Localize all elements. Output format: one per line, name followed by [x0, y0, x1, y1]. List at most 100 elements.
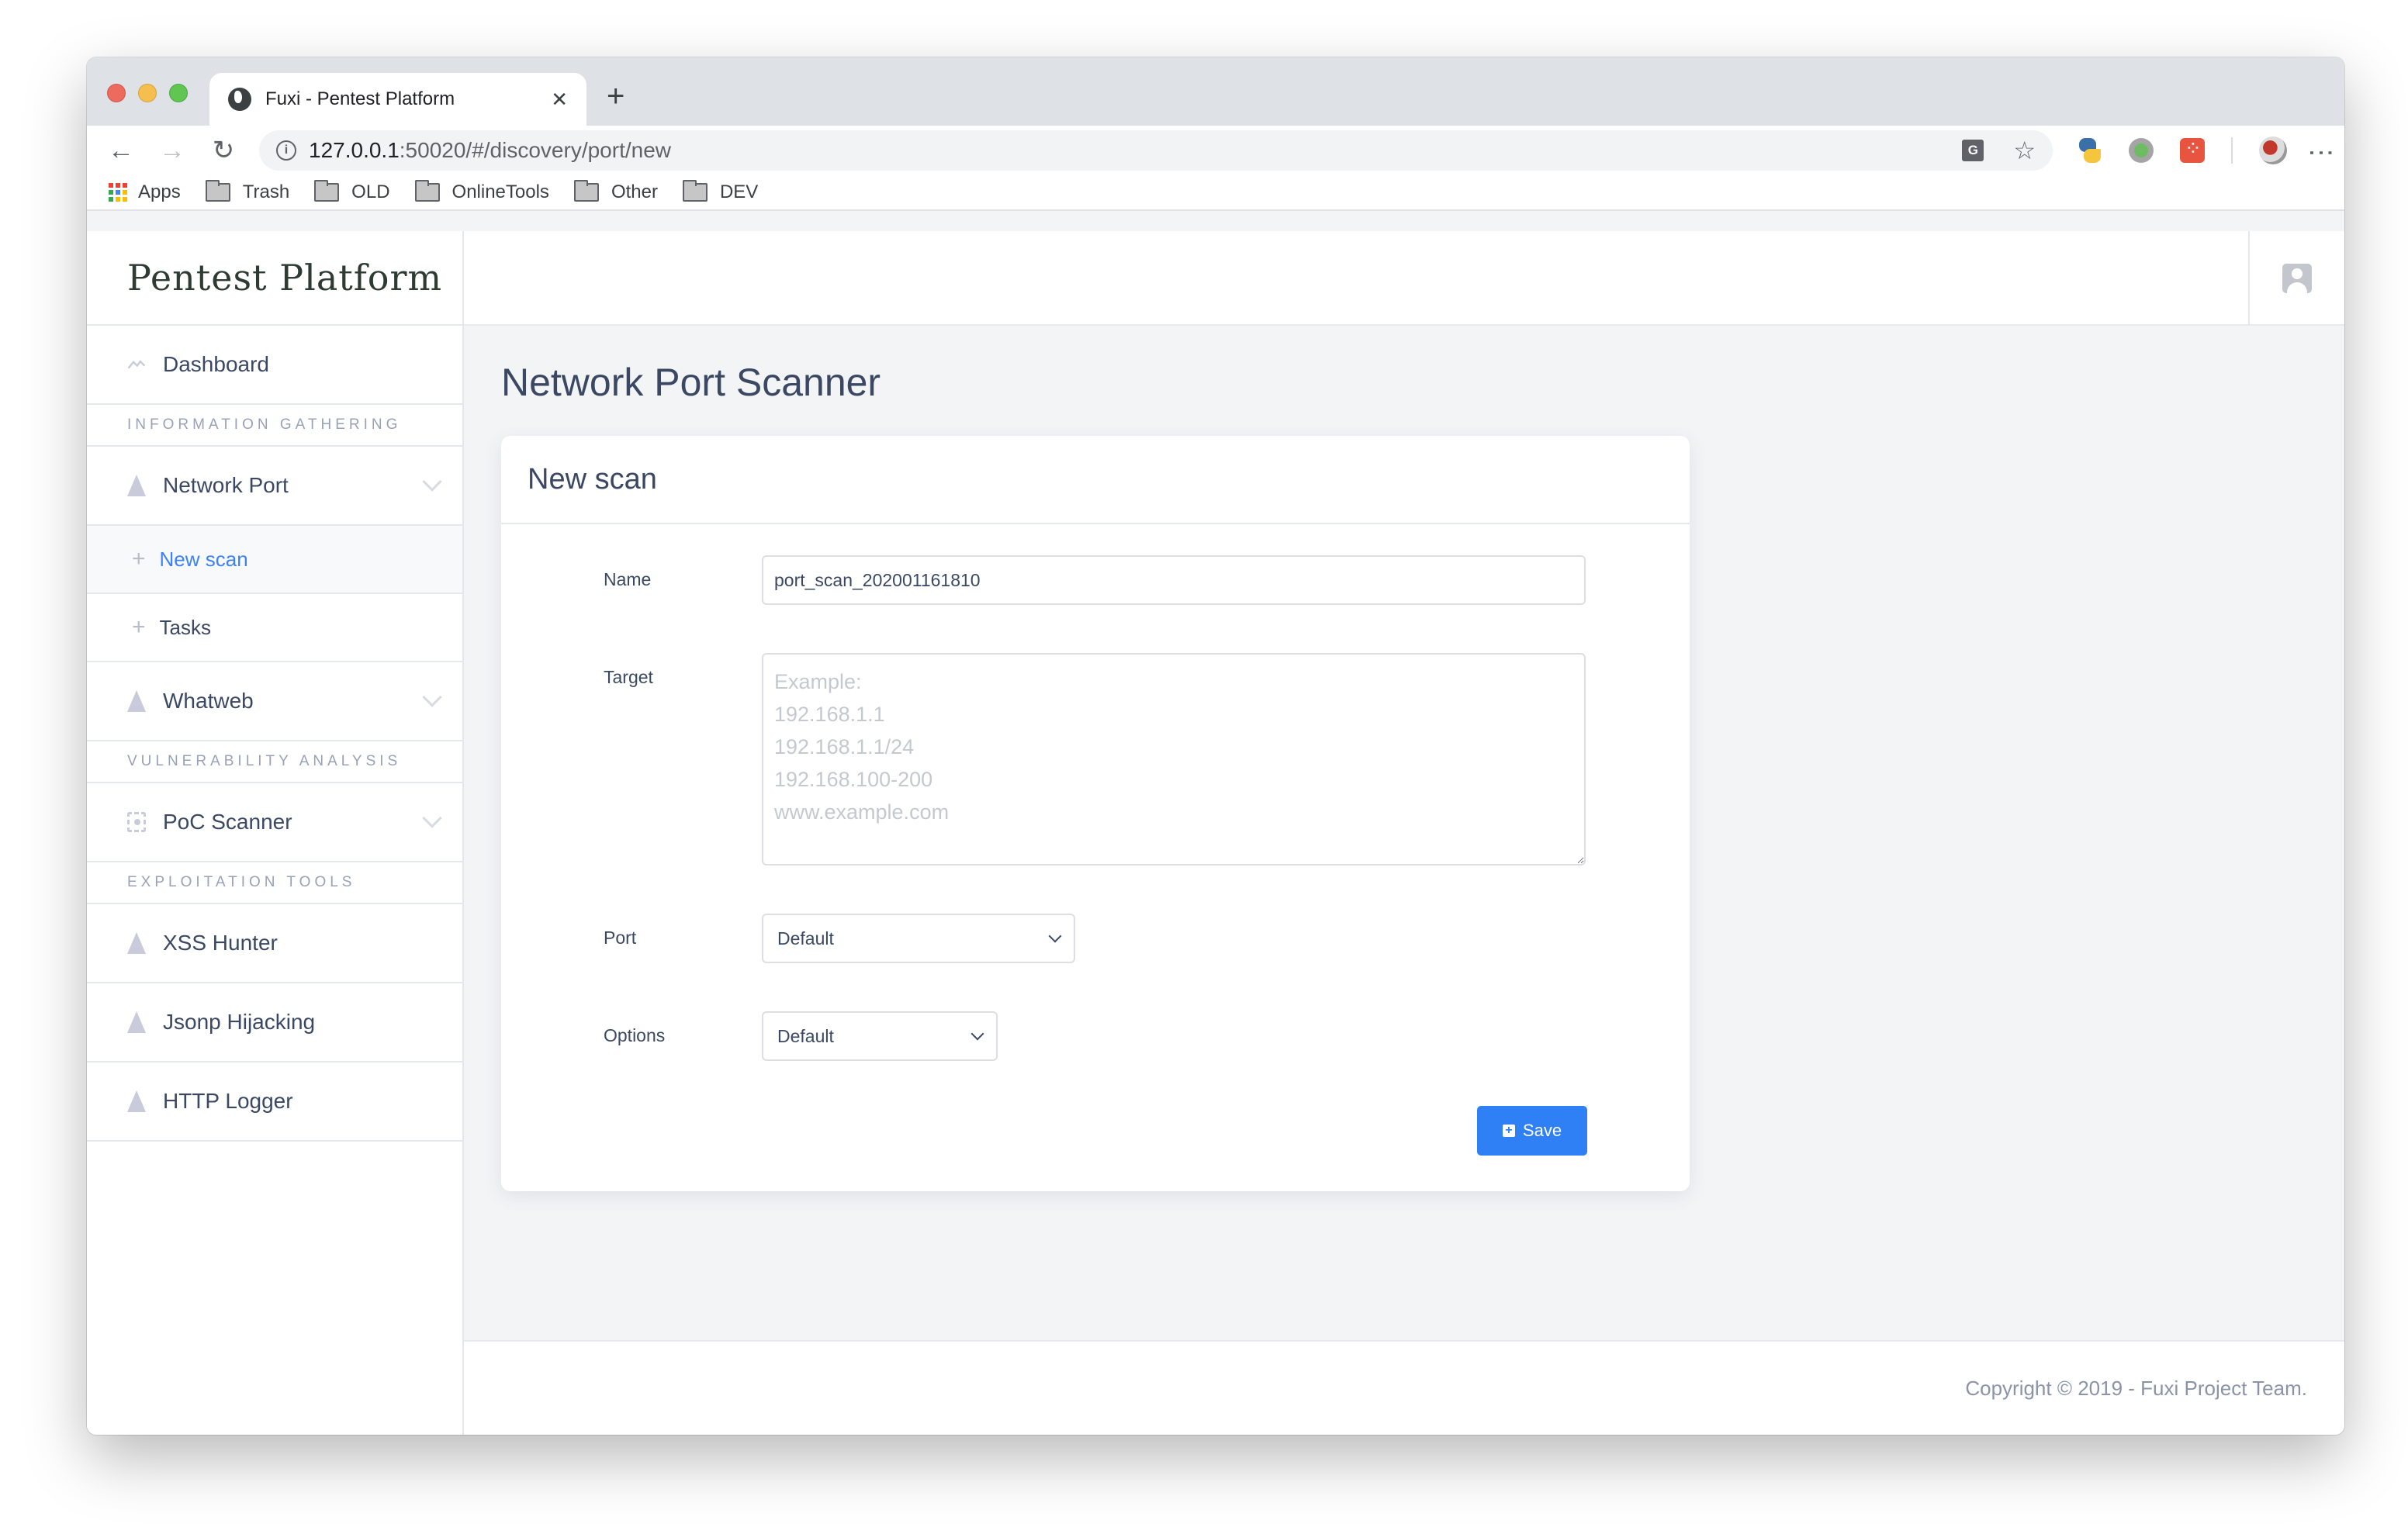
bookmark-label: DEV	[719, 181, 759, 202]
page-title: Network Port Scanner	[501, 361, 881, 404]
bookmark-label: Apps	[138, 181, 181, 202]
sidebar-item-dashboard[interactable]: Dashboard	[87, 326, 462, 405]
translate-icon[interactable]: G	[1962, 140, 1984, 161]
copyright-text: Copyright © 2019 - Fuxi Project Team.	[1965, 1376, 2307, 1400]
sidebar-item-label: Dashboard	[163, 352, 269, 376]
minimize-window-button[interactable]	[138, 84, 157, 102]
url-path: :50020/#/discovery/port/new	[399, 138, 671, 162]
trend-icon	[127, 355, 146, 374]
profile-avatar-icon[interactable]	[2259, 136, 2287, 164]
tab-strip: Fuxi - Pentest Platform ✕ +	[87, 57, 2344, 126]
sidebar-subitem-tasks[interactable]: + Tasks	[87, 594, 462, 662]
sidebar-item-label: PoC Scanner	[163, 810, 292, 834]
folder-icon	[314, 180, 340, 202]
bookmark-label: Trash	[242, 181, 290, 202]
content: Network Port Scanner New scan Name Targe…	[464, 326, 2344, 1340]
plus-icon: +	[132, 614, 146, 640]
target-textarea[interactable]	[762, 653, 1586, 865]
section-information-gathering: INFORMATION GATHERING	[87, 405, 462, 447]
sidebar: Pentest Platform Dashboard INFORMATION G…	[87, 231, 464, 1435]
section-vulnerability-analysis: VULNERABILITY ANALYSIS	[87, 741, 462, 783]
sidebar-item-http-logger[interactable]: HTTP Logger	[87, 1062, 462, 1142]
scan-form: Name Target Port Default	[501, 524, 1690, 1191]
navigation-arrow-icon	[127, 475, 146, 496]
sidebar-item-xss-hunter[interactable]: XSS Hunter	[87, 904, 462, 983]
bookmark-trash[interactable]: Trash	[205, 180, 290, 203]
name-input[interactable]	[762, 555, 1586, 605]
bookmark-dev[interactable]: DEV	[682, 180, 759, 203]
forward-arrow-icon[interactable]: →	[154, 132, 191, 169]
port-select[interactable]: Default	[762, 914, 1075, 963]
bookmark-label: OLD	[351, 181, 390, 202]
toolbar-divider	[2231, 137, 2233, 164]
sidebar-item-poc-scanner[interactable]: PoC Scanner	[87, 783, 462, 862]
save-button-label: Save	[1522, 1121, 1562, 1140]
port-label: Port	[604, 928, 637, 948]
browser-toolbar: ← → ↻ i 127.0.0.1 :50020/#/discovery/por…	[87, 126, 2344, 175]
form-actions: + Save	[604, 1106, 1587, 1156]
app-container: Pentest Platform Dashboard INFORMATION G…	[87, 231, 2344, 1435]
star-icon[interactable]: ☆	[2013, 136, 2036, 165]
chevron-down-icon	[422, 472, 442, 492]
tab-close-icon[interactable]: ✕	[551, 88, 568, 112]
python-extension-icon[interactable]	[2078, 138, 2102, 163]
target-label: Target	[604, 667, 653, 687]
folder-icon	[414, 180, 440, 202]
dice-extension-icon[interactable]	[2180, 136, 2205, 163]
main-area: Network Port Scanner New scan Name Targe…	[464, 231, 2344, 1435]
top-bar	[464, 231, 2344, 326]
back-arrow-icon[interactable]: ←	[102, 132, 140, 169]
tab-title: Fuxi - Pentest Platform	[265, 88, 455, 109]
navigation-arrow-icon	[127, 1011, 146, 1033]
chevron-down-icon	[970, 1027, 984, 1041]
new-scan-card: New scan Name Target Port	[501, 436, 1690, 1191]
address-bar[interactable]: i 127.0.0.1 :50020/#/discovery/port/new …	[259, 130, 2053, 171]
save-button[interactable]: + Save	[1477, 1106, 1587, 1156]
bookmark-old[interactable]: OLD	[314, 180, 390, 203]
new-tab-button[interactable]: +	[607, 81, 624, 112]
sidebar-subitem-new-scan[interactable]: + New scan	[87, 526, 462, 594]
plus-square-icon: +	[1502, 1125, 1515, 1137]
plus-icon: +	[132, 546, 146, 572]
chevron-down-icon	[422, 687, 442, 707]
footer: Copyright © 2019 - Fuxi Project Team.	[464, 1340, 2344, 1435]
chevron-down-icon	[1048, 929, 1062, 943]
site-info-icon[interactable]: i	[276, 140, 296, 161]
bookmark-label: OnlineTools	[452, 181, 549, 202]
bookmark-apps[interactable]: Apps	[109, 181, 181, 203]
brand-logo[interactable]: Pentest Platform	[87, 231, 462, 326]
navigation-arrow-icon	[127, 1090, 146, 1112]
user-menu-button[interactable]	[2248, 231, 2344, 326]
sidebar-item-jsonp-hijacking[interactable]: Jsonp Hijacking	[87, 983, 462, 1062]
bookmark-onlinetools[interactable]: OnlineTools	[414, 180, 549, 203]
sidebar-item-label: Whatweb	[163, 689, 254, 713]
bookmarks-bar: Apps Trash OLD OnlineTools Other DEV	[87, 175, 2344, 211]
browser-tab[interactable]: Fuxi - Pentest Platform ✕	[209, 73, 586, 126]
green-dot-extension-icon[interactable]	[2129, 138, 2154, 163]
bookmark-other[interactable]: Other	[573, 180, 658, 203]
form-row-target: Target	[604, 653, 1587, 865]
bookmark-label: Other	[611, 181, 658, 202]
options-select[interactable]: Default	[762, 1011, 998, 1061]
sidebar-item-label: Network Port	[163, 473, 289, 497]
brand-title: Pentest Platform	[127, 257, 443, 299]
form-row-options: Options Default	[604, 1011, 1587, 1061]
sidebar-item-whatweb[interactable]: Whatweb	[87, 662, 462, 741]
options-select-value: Default	[777, 1025, 834, 1046]
navigation-arrow-icon	[127, 690, 146, 712]
url-host: 127.0.0.1	[309, 138, 400, 162]
options-label: Options	[604, 1025, 666, 1045]
sidebar-item-network-port[interactable]: Network Port	[87, 447, 462, 526]
menu-icon[interactable]: ⋮	[2306, 140, 2336, 161]
browser-window: Fuxi - Pentest Platform ✕ + ← → ↻ i 127.…	[87, 57, 2344, 1435]
maximize-window-button[interactable]	[169, 84, 188, 102]
folder-icon	[205, 180, 230, 202]
folder-icon	[573, 180, 599, 202]
sidebar-subitem-label: New scan	[159, 547, 248, 571]
section-exploitation-tools: EXPLOITATION TOOLS	[87, 862, 462, 904]
close-window-button[interactable]	[107, 84, 126, 102]
reload-icon[interactable]: ↻	[205, 132, 242, 169]
navigation-arrow-icon	[127, 932, 146, 954]
name-label: Name	[604, 569, 652, 589]
apps-grid-icon	[109, 183, 127, 202]
